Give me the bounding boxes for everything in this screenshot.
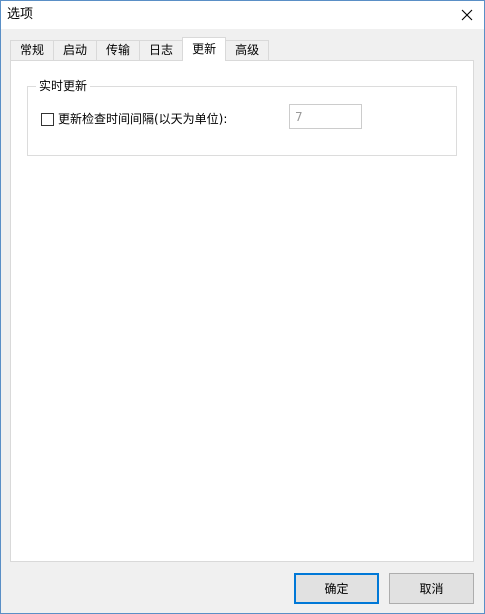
tab-transfer[interactable]: 传输: [96, 40, 141, 60]
cancel-button[interactable]: 取消: [389, 573, 474, 604]
update-check-checkbox[interactable]: [41, 112, 54, 126]
tab-general[interactable]: 常规: [10, 40, 55, 60]
tab-startup[interactable]: 启动: [53, 40, 98, 60]
group-title: 实时更新: [36, 78, 91, 94]
ok-button[interactable]: 确定: [294, 573, 379, 604]
tab-advanced[interactable]: 高级: [225, 40, 270, 60]
update-tab-panel: 实时更新 更新检查时间间隔(以天为单位):: [10, 60, 474, 562]
tab-strip: 常规 启动 传输 日志 更新 高级: [10, 37, 270, 61]
update-interval-input[interactable]: [289, 104, 362, 129]
close-button[interactable]: [450, 1, 484, 29]
update-check-option[interactable]: 更新检查时间间隔(以天为单位):: [41, 111, 227, 127]
window-title: 选项: [7, 7, 34, 22]
update-check-label: 更新检查时间间隔(以天为单位):: [58, 112, 228, 126]
tab-log[interactable]: 日志: [139, 40, 184, 60]
close-icon: [461, 9, 473, 21]
title-bar[interactable]: 选项: [1, 1, 484, 29]
realtime-update-group: 实时更新 更新检查时间间隔(以天为单位):: [27, 78, 457, 156]
options-dialog: 选项 常规 启动 传输 日志 更新 高级 实时更新 更新检查时间间隔(以天为单位…: [0, 0, 485, 614]
tab-update[interactable]: 更新: [182, 37, 227, 61]
